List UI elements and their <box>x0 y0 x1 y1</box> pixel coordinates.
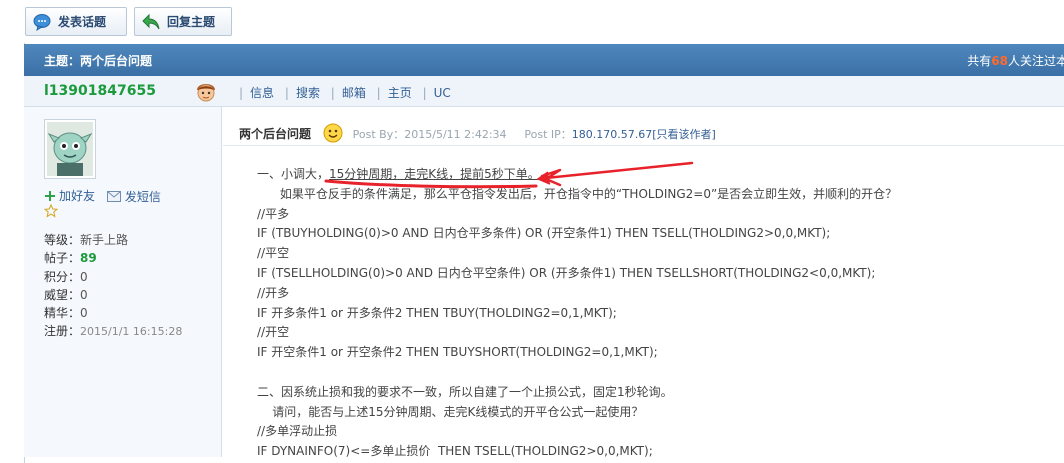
post-line: 二、因系统止损和我的要求不一致，所以自建了一个止损公式，固定1秒轮询。 <box>257 384 673 399</box>
post-line: IF 开空条件1 or 开空条件2 THEN TBUYSHORT(THOLDIN… <box>257 345 658 360</box>
post-ip[interactable]: 180.170.57.67 <box>572 128 652 141</box>
nav-search-link[interactable]: 搜索 <box>296 86 320 100</box>
followers-info: 共有68人关注过本 <box>967 54 1064 68</box>
post-topic-button[interactable]: 发表话题 <box>25 7 127 36</box>
reply-topic-button[interactable]: 回复主题 <box>134 7 232 36</box>
user-level: 新手上路 <box>80 233 129 247</box>
post-ip-label: Post IP： <box>524 128 572 141</box>
post-line: IF 开多条件1 or 开多条件2 THEN TBUY(THOLDING2=0,… <box>257 305 617 320</box>
send-message-link[interactable]: 发短信 <box>106 188 161 205</box>
post-content-area: 两个后台问题 Post By：2015/5/11 2:42:34 Post IP… <box>223 107 1064 458</box>
nav-uc-link[interactable]: UC <box>434 86 451 100</box>
smiley-icon <box>323 123 343 143</box>
post-line: IF DYNAINFO(7)<=多单止损价 THEN TSELL(THOLDIN… <box>257 444 653 459</box>
post-topic-label: 发表话题 <box>58 15 107 29</box>
reply-arrow-icon <box>141 12 161 32</box>
toolbar: 发表话题 回复主题 <box>0 0 1064 42</box>
user-posts: 89 <box>80 251 97 266</box>
post-line <box>257 363 1057 383</box>
nav-mail-link[interactable]: 邮箱 <box>342 86 366 100</box>
post-body: 一、小调大，15分钟周期，走完K线，提前5秒下单。 如果平仓反手的条件满足，那么… <box>257 165 1057 462</box>
user-action-links: 加好友 发短信 <box>44 187 169 205</box>
star-icon <box>43 203 59 218</box>
plus-icon <box>45 190 55 201</box>
post-divider <box>223 145 1064 146</box>
reply-topic-label: 回复主题 <box>167 15 216 29</box>
nav-info-link[interactable]: 信息 <box>250 86 274 100</box>
followers-count: 68 <box>991 54 1008 68</box>
highlighted-text: 15分钟周期，走完K线，提前5秒下单。 <box>329 167 540 181</box>
post-title: 两个后台问题 <box>239 127 312 141</box>
user-stats: 等级：新手上路 帖子：89 积分：0 威望：0 精华：0 注册：2015/1/1… <box>44 233 183 339</box>
avatar[interactable] <box>44 119 96 179</box>
user-bar: l13901847655 | 信息 | 搜索 | 邮箱 | 主页 | UC <box>24 76 1064 107</box>
post-line: //多单浮动止损 <box>257 424 338 439</box>
user-points: 0 <box>80 269 88 284</box>
post-line: //平空 <box>257 246 290 261</box>
user-register-date: 2015/1/1 16:15:28 <box>80 325 183 339</box>
post-header: 两个后台问题 Post By：2015/5/11 2:42:34 Post IP… <box>239 123 716 143</box>
add-friend-link[interactable]: 加好友 <box>44 187 95 204</box>
topic-title-bar: 主题：两个后台问题 共有68人关注过本 <box>24 44 1064 76</box>
topic-title: 主题：两个后台问题 <box>44 54 153 68</box>
post-line: IF (TBUYHOLDING(0)>0 AND 日内仓平多条件) OR (开空… <box>257 226 831 241</box>
user-prestige: 0 <box>80 287 88 302</box>
user-essence: 0 <box>80 306 88 321</box>
post-line: //开空 <box>257 325 290 340</box>
nav-home-link[interactable]: 主页 <box>388 86 412 100</box>
envelope-icon <box>106 190 121 202</box>
post-line: 请问，能否与上述15分钟周期、走完K线模式的开平仓公式一起使用？ <box>257 404 644 419</box>
post-line: //开多 <box>257 285 290 300</box>
speech-bubble-icon <box>32 12 52 32</box>
post-line: 如果平仓反手的条件满足，那么平仓指令发出后，开仓指令中的“THOLDING2=0… <box>257 186 898 201</box>
post-line: //平多 <box>257 206 290 221</box>
post-line: 一、小调大，15分钟周期，走完K线，提前5秒下单。 <box>257 167 540 181</box>
username[interactable]: l13901847655 <box>44 83 156 99</box>
author-only-link[interactable]: [只看该作者] <box>652 128 716 141</box>
post-line: IF (TSELLHOLDING(0)>0 AND 日内仓平空条件) OR (开… <box>257 265 876 280</box>
user-nav: | 信息 | 搜索 | 邮箱 | 主页 | UC <box>239 86 451 100</box>
user-face-icon <box>194 79 218 103</box>
post-time: Post By：2015/5/11 2:42:34 <box>352 128 507 141</box>
user-sidebar: 加好友 发短信 等级：新手上路 帖子：89 积分：0 威望：0 精华：0 注册：… <box>24 107 222 457</box>
